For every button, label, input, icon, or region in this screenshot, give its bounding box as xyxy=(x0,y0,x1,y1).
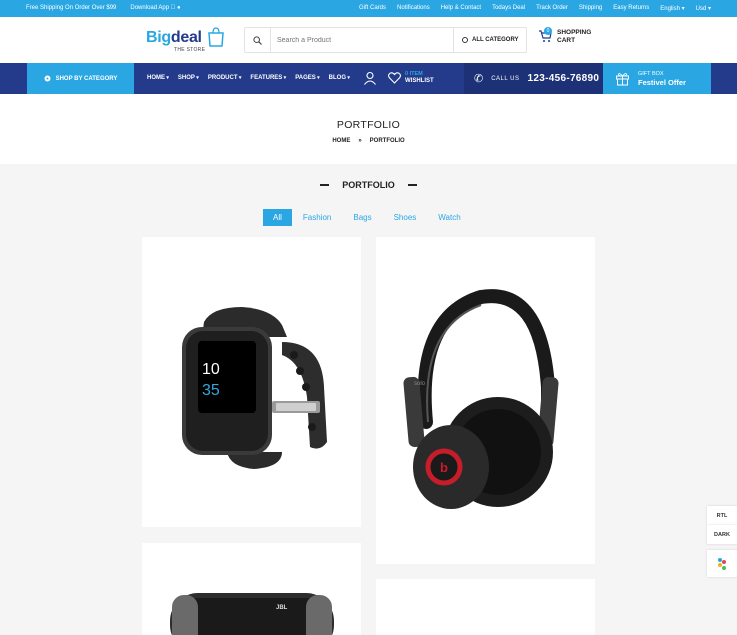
portfolio-section-title: PORTFOLIO xyxy=(0,180,737,190)
wishlist-count: 0 ITEM xyxy=(405,71,423,77)
logo[interactable]: Bigdeal THE STORE xyxy=(146,27,224,53)
nav-blog[interactable]: BLOG xyxy=(329,75,350,81)
smartwatch-image: 10 35 xyxy=(182,307,327,469)
language-select[interactable]: English ▾ xyxy=(660,5,684,12)
headphones-image: b solo xyxy=(403,289,559,509)
filter-watch[interactable]: Watch xyxy=(427,209,471,226)
filter-fashion[interactable]: Fashion xyxy=(292,209,342,226)
breadcrumb-current: PORTFOLIO xyxy=(369,138,405,144)
phone-number[interactable]: 123-456-76890 xyxy=(528,73,600,84)
logo-tagline: THE STORE xyxy=(174,47,206,53)
logo-big: Big xyxy=(146,29,171,46)
todays-deal-link[interactable]: Todays Deal xyxy=(492,5,525,12)
portfolio-item-4[interactable] xyxy=(376,579,595,635)
cart-count-badge: 0 xyxy=(544,27,552,35)
top-bar: Free Shipping On Order Over $99 Download… xyxy=(0,0,737,17)
gift-icon xyxy=(616,73,629,86)
nav-home[interactable]: HOME xyxy=(147,75,169,81)
logo-deal: deal xyxy=(170,29,202,46)
nav-features[interactable]: FEATURES xyxy=(250,75,286,81)
nav-pages[interactable]: PAGES xyxy=(295,75,319,81)
portfolio-item-speaker[interactable]: JBL xyxy=(142,543,361,635)
category-label: ALL CATEGORY xyxy=(472,37,519,43)
headphones-model-label: solo xyxy=(414,381,426,387)
phone-icon: ✆ xyxy=(474,73,484,85)
page-title: PORTFOLIO xyxy=(336,119,401,131)
apple-icon[interactable]:  xyxy=(171,5,176,11)
free-shipping-text: Free Shipping On Order Over $99 xyxy=(26,5,117,11)
shipping-link[interactable]: Shipping xyxy=(579,5,602,12)
title-dash-left xyxy=(320,184,330,186)
track-order-link[interactable]: Track Order xyxy=(536,5,568,12)
shopping-bag-icon xyxy=(208,27,224,47)
festival-offer-label: Festivel Offer xyxy=(638,77,686,87)
main-nav: SHOP BY CATEGORY HOME SHOP PRODUCT FEATU… xyxy=(0,63,737,94)
heart-icon xyxy=(388,72,401,84)
portfolio-item-smartwatch[interactable]: 10 35 xyxy=(142,237,361,527)
help-contact-link[interactable]: Help & Contact xyxy=(441,5,481,12)
grid-icon xyxy=(44,75,51,82)
cart-label-2: CART xyxy=(557,37,576,44)
cart-label-1: SHOPPING xyxy=(557,29,592,36)
palette-icon xyxy=(718,557,726,570)
wishlist-button[interactable]: 0 ITEM WISHLIST xyxy=(388,71,434,85)
download-app-link[interactable]: Download App  ● xyxy=(130,5,180,11)
filter-bags[interactable]: Bags xyxy=(342,209,382,226)
user-icon[interactable] xyxy=(363,71,377,85)
watch-time-minutes: 35 xyxy=(202,382,220,399)
filter-all[interactable]: All xyxy=(263,209,292,226)
site-header: Bigdeal THE STORE ALL CATEGORY 0 SHOPPIN… xyxy=(0,17,737,63)
breadcrumb-home[interactable]: HOME xyxy=(332,138,350,144)
color-picker[interactable] xyxy=(707,550,737,577)
speaker-brand: JBL xyxy=(276,605,288,611)
category-icon xyxy=(462,37,468,43)
shop-by-category-button[interactable]: SHOP BY CATEGORY xyxy=(27,63,134,94)
call-us-label: CALL US xyxy=(491,75,520,82)
search-input[interactable] xyxy=(271,29,451,51)
android-icon[interactable]: ● xyxy=(177,5,181,11)
breadcrumb: HOME » PORTFOLIO xyxy=(0,138,737,144)
breadcrumb-separator-icon: » xyxy=(358,138,362,144)
currency-select[interactable]: Usd ▾ xyxy=(696,5,711,12)
filter-shoes[interactable]: Shoes xyxy=(383,209,428,226)
wishlist-label: WISHLIST xyxy=(405,78,434,84)
speaker-image: JBL xyxy=(170,593,334,635)
gift-box-offer[interactable]: GIFT BOX Festivel Offer xyxy=(603,63,711,94)
nav-shop[interactable]: SHOP xyxy=(178,75,199,81)
dark-mode-toggle[interactable]: DARK xyxy=(707,525,737,544)
beats-logo-b: b xyxy=(440,460,448,475)
category-select[interactable]: ALL CATEGORY xyxy=(453,28,526,52)
easy-returns-link[interactable]: Easy Returns xyxy=(613,5,649,12)
shopping-cart[interactable]: 0 SHOPPING CART xyxy=(538,27,597,45)
title-dash-right xyxy=(407,184,417,186)
nav-product[interactable]: PRODUCT xyxy=(208,75,242,81)
search-bar: ALL CATEGORY xyxy=(244,27,527,53)
call-us-block: ✆ CALL US 123-456-76890 xyxy=(464,63,603,94)
rtl-toggle[interactable]: RTL xyxy=(707,506,737,525)
notifications-link[interactable]: Notifications xyxy=(397,5,430,12)
watch-time-hours: 10 xyxy=(202,361,220,378)
search-icon[interactable] xyxy=(245,28,271,52)
portfolio-filters: All Fashion Bags Shoes Watch xyxy=(263,209,472,226)
page-header: PORTFOLIO HOME » PORTFOLIO xyxy=(0,94,737,164)
gift-box-label: GIFT BOX xyxy=(638,70,664,77)
portfolio-item-headphones[interactable]: b solo xyxy=(376,237,595,564)
gift-cards-link[interactable]: Gift Cards xyxy=(359,5,386,12)
